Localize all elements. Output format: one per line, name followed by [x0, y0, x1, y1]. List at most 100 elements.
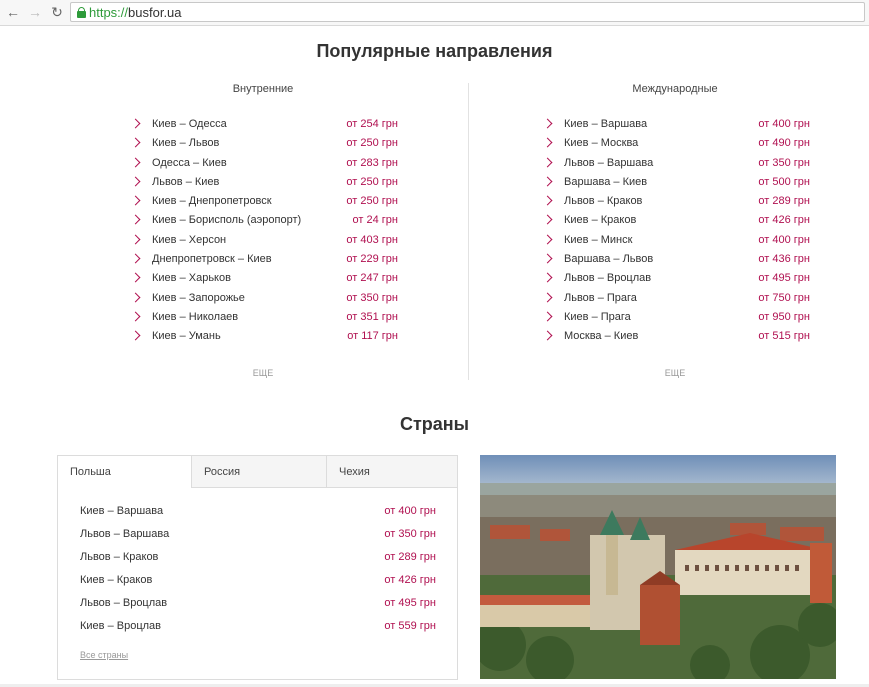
back-arrow-icon[interactable]: ←	[4, 3, 22, 21]
domestic-route-row[interactable]: Киев – Херсон от 403 грн	[130, 231, 400, 250]
country-route-row[interactable]: Львов – Краков от 289 грн	[80, 546, 436, 569]
route-name[interactable]: Варшава – Львов	[564, 250, 653, 269]
route-price: от 495 грн	[384, 597, 436, 609]
route-price: от 559 грн	[384, 620, 436, 632]
city-photo	[480, 455, 836, 679]
route-name[interactable]: Варшава – Киев	[564, 173, 647, 192]
route-name[interactable]: Львов – Краков	[564, 192, 642, 211]
route-price: от 400 грн	[384, 505, 436, 517]
chevron-right-icon	[542, 157, 553, 168]
chevron-right-icon	[130, 137, 141, 148]
country-route-row[interactable]: Киев – Варшава от 400 грн	[80, 500, 436, 523]
route-name[interactable]: Киев – Прага	[564, 308, 631, 327]
chevron-right-icon	[130, 176, 141, 187]
route-name[interactable]: Киев – Умань	[152, 327, 221, 346]
route-price: от 229 грн	[346, 253, 398, 266]
chevron-right-icon	[130, 272, 141, 283]
route-name[interactable]: Львов – Киев	[152, 173, 219, 192]
route-name[interactable]: Киев – Борисполь (аэропорт)	[152, 211, 301, 230]
domestic-route-row[interactable]: Киев – Днепропетровск от 250 грн	[130, 192, 400, 211]
popular-title: Популярные направления	[316, 41, 553, 61]
route-name[interactable]: Киев – Минск	[564, 231, 632, 250]
domestic-route-row[interactable]: Киев – Львов от 250 грн	[130, 134, 400, 153]
route-name[interactable]: Одесса – Киев	[152, 154, 227, 173]
route-name[interactable]: Киев – Варшава	[80, 500, 163, 523]
route-name[interactable]: Киев – Варшава	[564, 115, 647, 134]
url-host: busfor.ua	[128, 5, 182, 20]
reload-icon[interactable]: ↻	[48, 3, 66, 21]
domestic-more-link[interactable]: ЕЩЕ	[233, 368, 293, 378]
route-name[interactable]: Львов – Варшава	[80, 523, 169, 546]
chevron-right-icon	[542, 272, 553, 283]
url-text: https://busfor.ua	[89, 5, 182, 20]
route-name[interactable]: Киев – Вроцлав	[80, 615, 161, 638]
domestic-route-row[interactable]: Киев – Николаев от 351 грн	[130, 308, 400, 327]
chevron-right-icon	[130, 330, 141, 341]
domestic-route-row[interactable]: Киев – Борисполь (аэропорт) от 24 грн	[130, 211, 400, 230]
international-route-row[interactable]: Киев – Прага от 950 грн	[542, 308, 812, 327]
country-route-row[interactable]: Киев – Краков от 426 грн	[80, 569, 436, 592]
forward-arrow-icon[interactable]: →	[26, 3, 44, 21]
country-route-row[interactable]: Киев – Вроцлав от 559 грн	[80, 615, 436, 638]
international-route-row[interactable]: Москва – Киев от 515 грн	[542, 327, 812, 346]
international-route-row[interactable]: Варшава – Львов от 436 грн	[542, 250, 812, 269]
chevron-right-icon	[130, 215, 141, 225]
route-price: от 950 грн	[758, 310, 810, 323]
address-bar[interactable]: https://busfor.ua	[70, 2, 865, 22]
international-route-row[interactable]: Львов – Вроцлав от 495 грн	[542, 269, 812, 288]
chevron-right-icon	[542, 176, 553, 187]
international-route-row[interactable]: Варшава – Киев от 500 грн	[542, 173, 812, 192]
country-route-row[interactable]: Львов – Вроцлав от 495 грн	[80, 592, 436, 615]
domestic-route-row[interactable]: Киев – Харьков от 247 грн	[130, 269, 400, 288]
route-name[interactable]: Львов – Краков	[80, 546, 158, 569]
tab-czechia[interactable]: Чехия	[326, 456, 457, 488]
chevron-right-icon	[130, 253, 141, 264]
route-name[interactable]: Киев – Одесса	[152, 115, 227, 134]
route-name[interactable]: Днепропетровск – Киев	[152, 250, 272, 269]
international-route-row[interactable]: Киев – Минск от 400 грн	[542, 231, 812, 250]
chevron-right-icon	[542, 330, 553, 341]
route-name[interactable]: Киев – Херсон	[152, 231, 226, 250]
route-name[interactable]: Киев – Николаев	[152, 308, 238, 327]
chevron-right-icon	[542, 292, 553, 303]
international-route-row[interactable]: Киев – Варшава от 400 грн	[542, 115, 812, 134]
chevron-right-icon	[542, 253, 553, 264]
all-countries-link[interactable]: Все страны	[80, 650, 128, 660]
route-name[interactable]: Киев – Москва	[564, 134, 638, 153]
route-price: от 500 грн	[758, 175, 810, 188]
route-name[interactable]: Киев – Краков	[80, 569, 152, 592]
route-name[interactable]: Киев – Харьков	[152, 269, 231, 288]
international-route-row[interactable]: Киев – Краков от 426 грн	[542, 211, 812, 230]
route-name[interactable]: Львов – Вроцлав	[80, 592, 167, 615]
international-route-row[interactable]: Львов – Краков от 289 грн	[542, 192, 812, 211]
route-name[interactable]: Москва – Киев	[564, 327, 638, 346]
chevron-right-icon	[542, 311, 553, 322]
route-name[interactable]: Киев – Краков	[564, 211, 636, 230]
international-route-row[interactable]: Киев – Москва от 490 грн	[542, 134, 812, 153]
route-name[interactable]: Киев – Запорожье	[152, 289, 245, 308]
domestic-route-row[interactable]: Львов – Киев от 250 грн	[130, 173, 400, 192]
domestic-route-row[interactable]: Одесса – Киев от 283 грн	[130, 154, 400, 173]
international-route-row[interactable]: Львов – Варшава от 350 грн	[542, 154, 812, 173]
route-name[interactable]: Львов – Вроцлав	[564, 269, 651, 288]
international-more-link[interactable]: ЕЩЕ	[645, 368, 705, 378]
chevron-right-icon	[130, 292, 141, 303]
route-price: от 350 грн	[758, 156, 810, 169]
tab-poland[interactable]: Польша	[58, 456, 191, 488]
route-name[interactable]: Львов – Прага	[564, 289, 637, 308]
international-heading: Международные	[632, 83, 718, 95]
domestic-route-row[interactable]: Днепропетровск – Киев от 229 грн	[130, 250, 400, 269]
route-name[interactable]: Львов – Варшава	[564, 154, 653, 173]
domestic-route-row[interactable]: Киев – Умань от 117 грн	[130, 327, 400, 346]
domestic-route-row[interactable]: Киев – Запорожье от 350 грн	[130, 289, 400, 308]
tab-russia[interactable]: Россия	[191, 456, 326, 488]
country-route-row[interactable]: Львов – Варшава от 350 грн	[80, 523, 436, 546]
chevron-right-icon	[542, 118, 553, 129]
column-divider	[468, 83, 469, 380]
route-name[interactable]: Киев – Днепропетровск	[152, 192, 272, 211]
route-price: от 24 грн	[352, 214, 398, 227]
domestic-route-row[interactable]: Киев – Одесса от 254 грн	[130, 115, 400, 134]
route-price: от 436 грн	[758, 253, 810, 266]
route-name[interactable]: Киев – Львов	[152, 134, 219, 153]
international-route-row[interactable]: Львов – Прага от 750 грн	[542, 289, 812, 308]
